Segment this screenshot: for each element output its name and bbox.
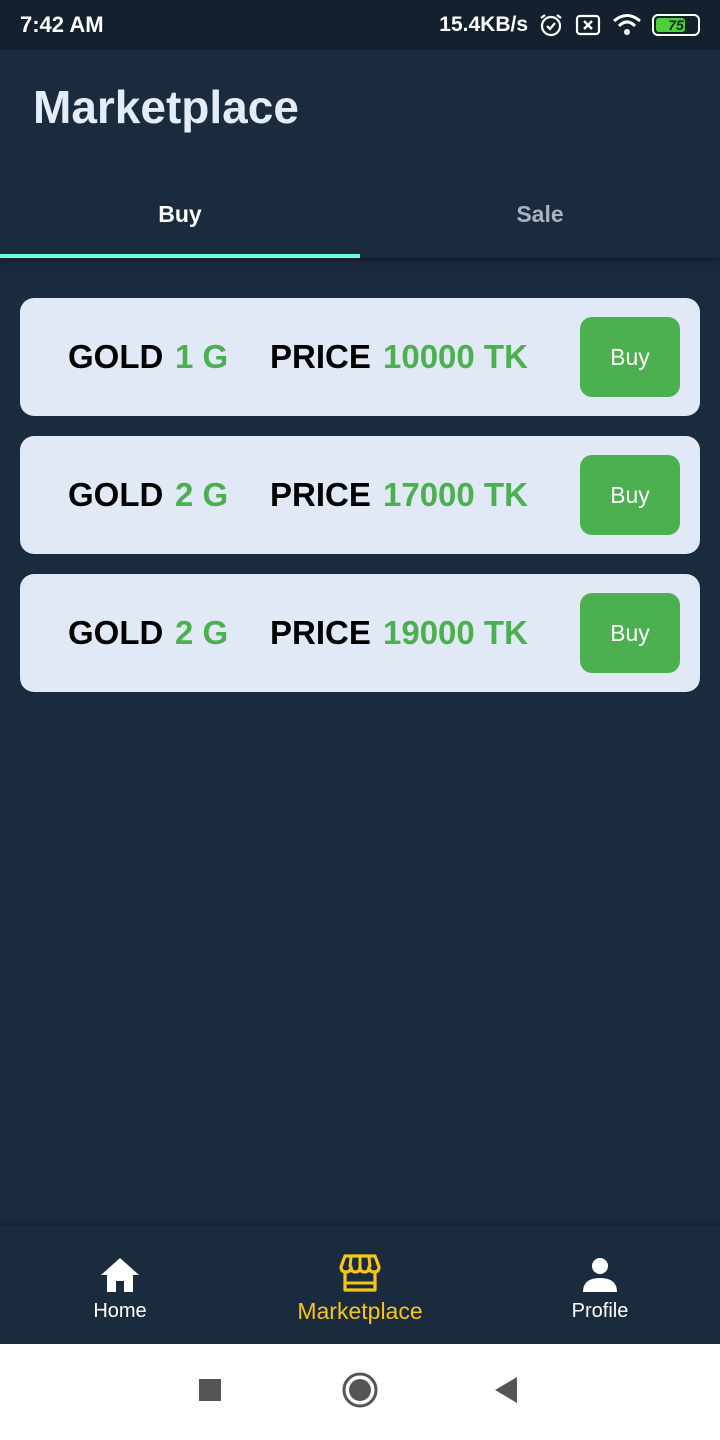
status-icons: 15.4KB/s 75: [439, 12, 700, 38]
gold-label: GOLD: [68, 338, 164, 375]
back-triangle-icon: [493, 1376, 519, 1409]
wifi-icon: [612, 13, 642, 37]
tab-bar: Buy Sale: [0, 170, 720, 258]
bottom-nav: Home Marketplace Profile: [0, 1226, 720, 1344]
gold-quantity: 1 G: [175, 338, 229, 375]
person-icon: [581, 1254, 619, 1296]
battery-level: 75: [668, 17, 684, 33]
price-label: PRICE: [270, 476, 371, 513]
gold-label: GOLD: [68, 476, 164, 513]
price-value: 10000 TK: [383, 338, 528, 375]
listing-card: GOLD 1 G PRICE 10000 TK Buy: [20, 298, 700, 416]
buy-button[interactable]: Buy: [580, 593, 680, 673]
nav-label-marketplace: Marketplace: [297, 1297, 423, 1324]
tab-sale[interactable]: Sale: [360, 170, 720, 258]
app-header: Marketplace Buy Sale: [0, 50, 720, 258]
status-bar: 7:42 AM 15.4KB/s 75: [0, 0, 720, 50]
price-label: PRICE: [270, 614, 371, 651]
network-speed: 15.4KB/s: [439, 13, 528, 36]
nav-item-home[interactable]: Home: [0, 1226, 240, 1344]
system-nav-bar: [0, 1344, 720, 1440]
square-icon: [198, 1378, 222, 1407]
circle-icon: [341, 1371, 379, 1414]
buy-button[interactable]: Buy: [580, 317, 680, 397]
tab-indicator: [0, 254, 360, 258]
listing-list: GOLD 1 G PRICE 10000 TK Buy GOLD 2 G PRI…: [20, 298, 700, 712]
gold-quantity: 2 G: [175, 476, 229, 513]
nav-label-profile: Profile: [571, 1299, 629, 1322]
store-icon: [339, 1252, 381, 1294]
home-button[interactable]: [320, 1344, 400, 1440]
price-label: PRICE: [270, 338, 371, 375]
listing-card: GOLD 2 G PRICE 19000 TK Buy: [20, 574, 700, 692]
alarm-icon: [538, 12, 564, 38]
page-title: Marketplace: [33, 81, 299, 133]
gold-label: GOLD: [68, 614, 164, 651]
sim-off-icon: [574, 13, 602, 37]
back-button[interactable]: [466, 1344, 546, 1440]
nav-item-marketplace[interactable]: Marketplace: [240, 1226, 480, 1344]
gold-quantity: 2 G: [175, 614, 229, 651]
tab-buy-label: Buy: [158, 200, 202, 227]
buy-button[interactable]: Buy: [580, 455, 680, 535]
battery-icon: 75: [652, 14, 700, 36]
tab-sale-label: Sale: [516, 200, 564, 227]
listing-card: GOLD 2 G PRICE 17000 TK Buy: [20, 436, 700, 554]
home-icon: [99, 1254, 141, 1296]
recents-button[interactable]: [170, 1344, 250, 1440]
tab-buy[interactable]: Buy: [0, 170, 360, 258]
price-value: 19000 TK: [383, 614, 528, 651]
nav-label-home: Home: [93, 1299, 147, 1322]
nav-item-profile[interactable]: Profile: [480, 1226, 720, 1344]
status-time: 7:42 AM: [20, 12, 104, 37]
price-value: 17000 TK: [383, 476, 528, 513]
